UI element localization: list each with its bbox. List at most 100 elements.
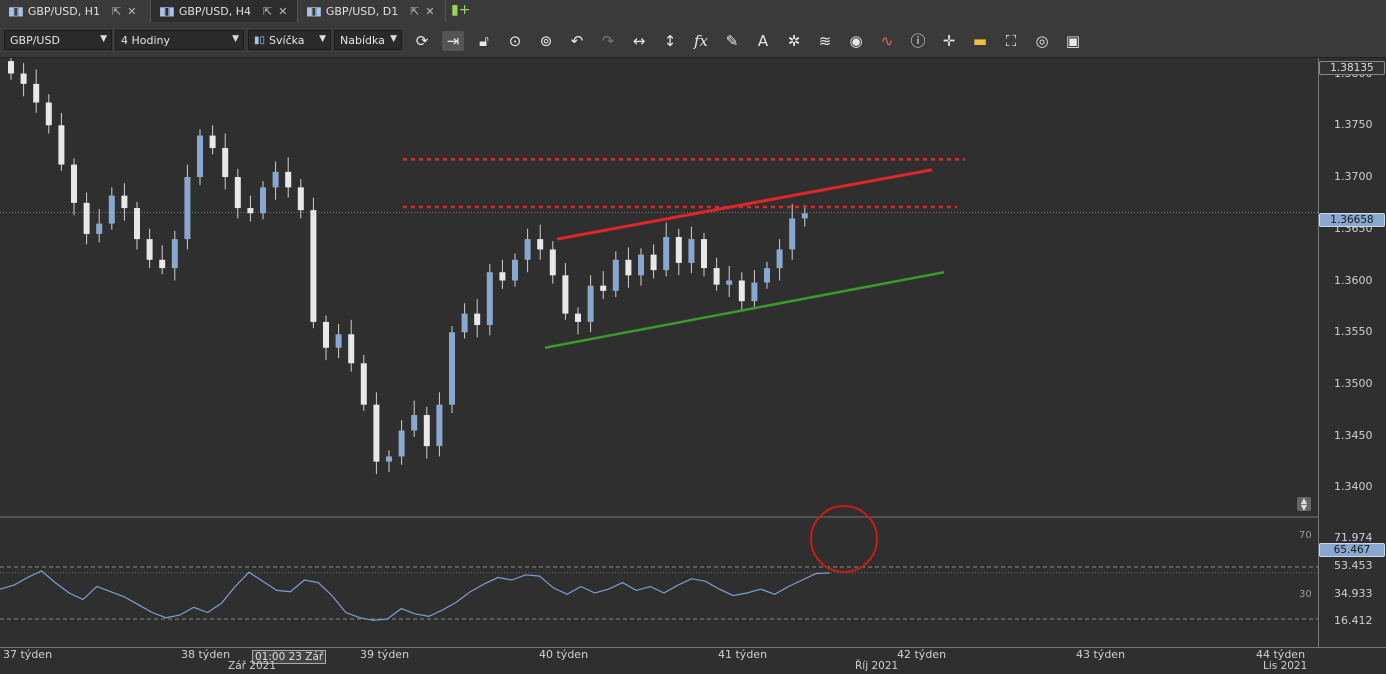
quote-side-select[interactable]: Nabídka ▼ (334, 30, 402, 50)
tab-gbpusd-d1[interactable]: ▮▯▮ GBP/USD, D1 ⇱ ✕ (298, 0, 446, 22)
candlestick-icon: ▮▯ (254, 34, 266, 46)
candle-body (8, 61, 14, 74)
horizontal-resize-icon[interactable]: ↔ (628, 31, 650, 51)
chevron-down-icon: ▼ (100, 34, 107, 44)
candle-body (71, 164, 77, 203)
fx-icon[interactable]: fx (690, 31, 712, 51)
candle-body (146, 239, 153, 260)
price-axis-label: 1.3600 (1334, 273, 1373, 287)
lock-icon[interactable]: 🔓︎ (473, 31, 495, 51)
candle-body (764, 268, 770, 283)
price-axis-label: 1.3450 (1334, 428, 1373, 442)
timeframe-value: 4 Hodiny (121, 33, 171, 47)
zoom-icon[interactable]: ⊙ (504, 31, 526, 51)
candle-body (562, 275, 569, 314)
candlestick-icon: ▮▯▮ (306, 4, 322, 18)
candle-body (776, 249, 783, 269)
candle-body (449, 332, 455, 405)
top-price-tag: 1.38135 (1319, 61, 1385, 75)
tab-label: GBP/USD, H1 (27, 4, 100, 18)
close-icon[interactable]: ✕ (425, 5, 434, 18)
pencil-icon[interactable]: ✎ (721, 31, 743, 51)
month-label: Zář 2021 (228, 660, 277, 672)
candle-body (524, 239, 531, 260)
candle-body (134, 208, 140, 240)
rsi-level-30: 30 (1299, 589, 1312, 600)
settings-circle-icon[interactable]: ◎ (1031, 31, 1053, 51)
candle-body (423, 415, 430, 447)
candle-body (20, 73, 27, 84)
candle-body (701, 239, 707, 269)
tab-label: GBP/USD, H4 (178, 4, 251, 18)
chart-type-select[interactable]: ▮▯ Svíčka ▼ (248, 30, 331, 50)
detach-icon[interactable]: ⇱ (112, 5, 121, 18)
palette-icon[interactable]: ▬ (969, 31, 991, 51)
undo-icon[interactable]: ↶ (566, 31, 588, 51)
price-axis-label: 1.3750 (1334, 118, 1373, 132)
chevron-down-icon: ▼ (390, 34, 397, 44)
crosshair-icon[interactable]: ✲ (783, 31, 805, 51)
vertical-resize-icon[interactable]: ↕ (659, 31, 681, 51)
candle-body (474, 313, 481, 325)
price-axis-label: 1.3500 (1334, 376, 1373, 390)
detach-icon[interactable]: ⇱ (263, 5, 272, 18)
add-chart-tab-icon[interactable]: ▮+ (451, 2, 470, 18)
candle-body (461, 313, 468, 333)
candle-body (411, 415, 418, 431)
fill-icon[interactable]: ⛶ (1000, 31, 1022, 51)
timeframe-select[interactable]: 4 Hodiny ▼ (115, 30, 244, 50)
rsi-axis-label: 34.933 (1334, 587, 1373, 600)
rsi-level-70: 70 (1299, 530, 1312, 541)
candle-body (751, 282, 758, 302)
refresh-icon[interactable]: ⟳ (411, 31, 433, 51)
eye-icon[interactable]: ◉ (845, 31, 867, 51)
candle-body (285, 171, 292, 188)
candlestick-icon: ▮▯▮ (8, 4, 24, 18)
week-label: 40 týden (539, 648, 589, 661)
candle-body (549, 249, 556, 276)
candle-body (96, 223, 103, 234)
week-label: 37 týden (3, 648, 53, 661)
scale-toggle-icon[interactable]: ▲ ▼ (1297, 497, 1311, 512)
price-axis-label: 1.3550 (1334, 325, 1373, 339)
autoscroll-icon[interactable]: ⇥ (442, 31, 464, 51)
time-axis[interactable]: 37 týden 38 týden 01:00 23 Zář 39 týden … (0, 647, 1386, 674)
candle-body (297, 187, 304, 211)
candlestick-icon: ▮▯▮ (159, 4, 175, 18)
indicator-icon[interactable]: ∿ (876, 31, 898, 51)
candle-body (600, 285, 607, 291)
candle-body (512, 259, 518, 281)
candle-body (801, 213, 808, 219)
redo-icon[interactable]: ↷ (597, 31, 619, 51)
price-axis-label: 1.3700 (1334, 170, 1373, 183)
candle-body (789, 218, 796, 250)
candle-body (184, 177, 191, 240)
candle-body (638, 254, 644, 276)
symbol-select[interactable]: GBP/USD ▼ (4, 30, 112, 50)
candle-body (83, 202, 90, 234)
highlight-circle (810, 505, 878, 573)
cursor-icon[interactable]: ✛ (938, 31, 960, 51)
candle-body (499, 272, 506, 281)
info-icon[interactable]: ⓘ (907, 31, 929, 51)
close-icon[interactable]: ✕ (278, 5, 287, 18)
close-icon[interactable]: ✕ (127, 5, 136, 18)
candle-body (663, 237, 670, 271)
candle-body (247, 208, 254, 214)
tab-gbpusd-h1[interactable]: ▮▯▮ GBP/USD, H1 ⇱ ✕ (0, 0, 151, 22)
candle-body (234, 177, 241, 209)
tab-gbpusd-h4[interactable]: ▮▯▮ GBP/USD, H4 ⇱ ✕ (151, 0, 298, 22)
symbol-value: GBP/USD (10, 33, 60, 47)
save-icon[interactable]: ▣ (1062, 31, 1084, 51)
candle-body (209, 135, 216, 149)
chart-type-value: Svíčka (269, 33, 305, 47)
week-label: 39 týden (360, 648, 410, 661)
layers-icon[interactable]: ≋ (814, 31, 836, 51)
candle-body (675, 237, 682, 263)
candle-body (348, 334, 355, 364)
zoom-fit-icon[interactable]: ⊚ (535, 31, 557, 51)
detach-icon[interactable]: ⇱ (410, 5, 419, 18)
price-chart[interactable] (0, 58, 1320, 648)
text-icon[interactable]: A (752, 31, 774, 51)
candle-body (197, 135, 203, 178)
